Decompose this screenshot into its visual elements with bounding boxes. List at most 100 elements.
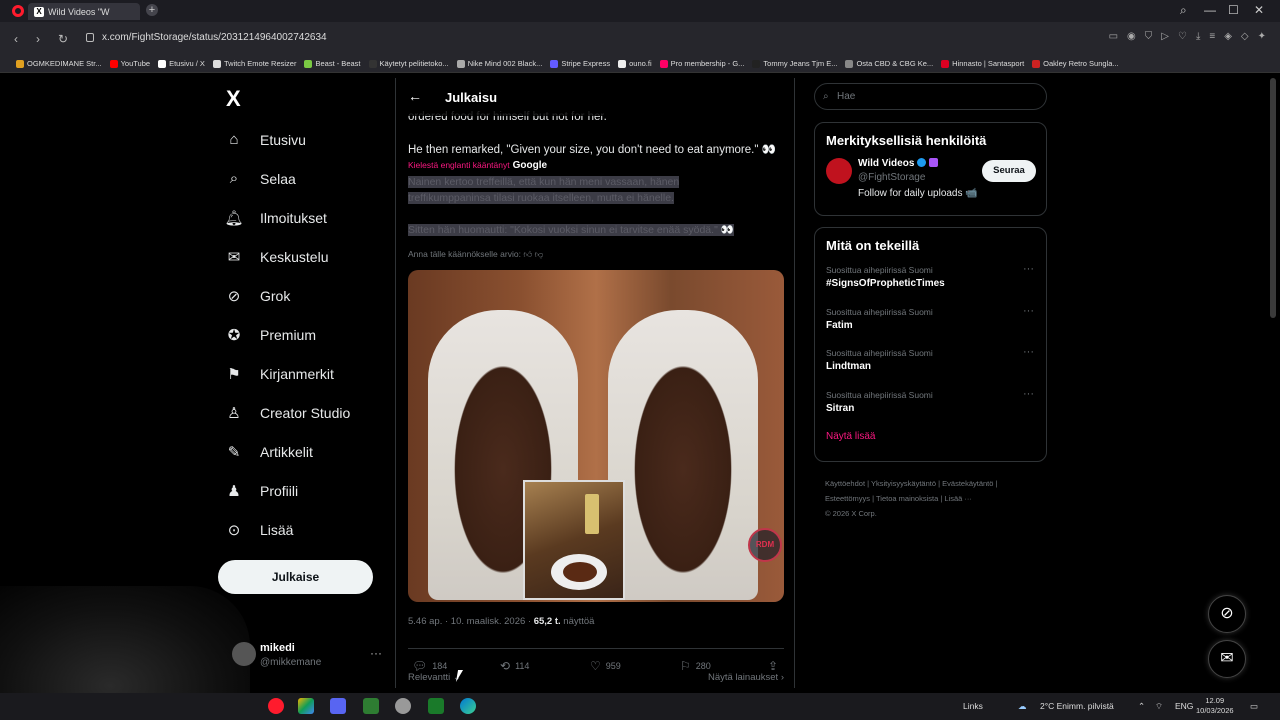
weather-text[interactable]: 2°C Enimm. pilvistä bbox=[1040, 701, 1114, 711]
cube-icon[interactable]: ◈ bbox=[1224, 31, 1232, 42]
more-dots-icon[interactable]: ··· bbox=[370, 646, 382, 660]
browser-tab-bar bbox=[0, 0, 1280, 22]
links-toolbar[interactable]: Links bbox=[963, 701, 983, 711]
bookmark-item[interactable]: Stripe Express bbox=[550, 59, 610, 68]
trend-item[interactable]: Suosittua aihepiirissä Suomi Fatim ··· bbox=[815, 303, 1046, 345]
pin-icon[interactable]: ◇ bbox=[1241, 31, 1249, 42]
sidebar-item-articles[interactable]: ✎ Artikkelit bbox=[224, 432, 350, 471]
sidebar-item-profile[interactable]: ♟ Profiili bbox=[224, 471, 350, 510]
more-dots-icon[interactable]: ··· bbox=[1023, 263, 1034, 275]
suggested-handle: @FightStorage bbox=[858, 172, 926, 183]
notification-icon[interactable]: ▭ bbox=[1250, 701, 1258, 712]
weather-icon[interactable]: ☁ bbox=[1018, 701, 1027, 712]
post-button[interactable]: Julkaise bbox=[218, 560, 373, 594]
heart-icon: ♡ bbox=[590, 659, 601, 673]
tray-chevron-icon[interactable]: ⌃ bbox=[1138, 701, 1145, 712]
bookmark-item[interactable]: Hinnasto | Santasport bbox=[941, 59, 1024, 68]
edge-icon[interactable] bbox=[460, 698, 476, 714]
grok-fab-icon[interactable]: ⊘ bbox=[1208, 595, 1246, 633]
bookmark-item[interactable]: Tommy Jeans Tjm E... bbox=[752, 59, 837, 68]
thumbs-down-icon[interactable]: 👎︎ bbox=[535, 249, 544, 259]
bookmark-item[interactable]: Nike Mind 002 Black... bbox=[456, 59, 542, 68]
bookmark-item[interactable]: Käytetyt pelitietoko... bbox=[368, 59, 449, 68]
repost-button[interactable]: ⟲ 114 bbox=[500, 659, 529, 673]
sidebar-item-grok[interactable]: ⊘ Grok bbox=[224, 276, 350, 315]
sidebar-item-explore[interactable]: ⌕ Selaa bbox=[224, 159, 350, 198]
sidebar-item-messages[interactable]: ✉ Keskustelu bbox=[224, 237, 350, 276]
trend-item[interactable]: Suosittua aihepiirissä Suomi Lindtman ··… bbox=[815, 344, 1046, 386]
close-window-icon[interactable]: ✕ bbox=[1254, 3, 1264, 17]
back-arrow-icon[interactable]: ← bbox=[408, 88, 422, 104]
reply-button[interactable]: 💬︎ 184 bbox=[412, 659, 447, 673]
watermark-logo: RDM bbox=[748, 528, 782, 562]
app-taskbar-icon[interactable] bbox=[298, 698, 314, 714]
bookmark-item[interactable]: Osta CBD & CBG Ke... bbox=[845, 59, 933, 68]
language-indicator[interactable]: ENG bbox=[1175, 701, 1193, 711]
show-more-link[interactable]: Näytä lisää bbox=[815, 427, 1046, 452]
clock[interactable]: 12.09 10/03/2026 bbox=[1196, 696, 1234, 716]
extension-icon[interactable]: ▭ bbox=[1109, 31, 1118, 42]
sidebar-item-more[interactable]: ⊙ Lisää bbox=[224, 510, 350, 549]
sidebar-item-creator-studio[interactable]: ♙ Creator Studio bbox=[224, 393, 350, 432]
sidebar-item-notifications[interactable]: 🔔︎ Ilmoitukset bbox=[224, 198, 350, 237]
thumbs-up-icon[interactable]: 👍︎ bbox=[523, 249, 532, 259]
bookmark-item[interactable]: Etusivu / X bbox=[158, 59, 205, 68]
trend-item[interactable]: Suosittua aihepiirissä Suomi Sitran ··· bbox=[815, 386, 1046, 428]
discord-icon[interactable] bbox=[330, 698, 346, 714]
ai-icon[interactable]: ✦ bbox=[1258, 31, 1266, 42]
suggested-account[interactable]: Wild Videos @FightStorage Follow for dai… bbox=[815, 148, 1046, 210]
bookmark-item[interactable]: OGMKEDIMANE Str... bbox=[16, 59, 102, 68]
footer-links-row[interactable]: Käyttöehdot | Yksityisyyskäytäntö | Eväs… bbox=[825, 476, 1035, 491]
more-dots-icon[interactable]: ··· bbox=[1023, 346, 1034, 358]
scrollbar[interactable] bbox=[1270, 78, 1276, 318]
bookmark-item[interactable]: Beast - Beast bbox=[304, 59, 361, 68]
minimize-icon[interactable]: — bbox=[1204, 3, 1216, 17]
download-icon[interactable]: ⤓ bbox=[1196, 31, 1200, 42]
shield-icon[interactable]: ⛉ bbox=[1145, 31, 1153, 42]
forward-nav-icon[interactable]: › bbox=[36, 32, 40, 46]
browser-tab[interactable]: X Wild Videos "W bbox=[28, 3, 140, 20]
trend-item[interactable]: Suosittua aihepiirissä Suomi #SignsOfPro… bbox=[815, 261, 1046, 303]
show-quotes-link[interactable]: Näytä lainaukset › bbox=[708, 672, 784, 683]
more-dots-icon[interactable]: ··· bbox=[1023, 305, 1034, 317]
sidebar-item-premium[interactable]: ✪ Premium bbox=[224, 315, 350, 354]
url-field[interactable]: x.com/FightStorage/status/20312149640027… bbox=[82, 28, 1232, 48]
new-tab-icon[interactable]: + bbox=[146, 4, 158, 16]
menu-icon[interactable]: ≡ bbox=[1209, 31, 1215, 42]
bookmark-item[interactable]: YouTube bbox=[109, 59, 150, 68]
bookmark-item[interactable]: ouno.fi bbox=[618, 59, 652, 68]
bookmark-item[interactable]: Oakley Retro Sungla... bbox=[1032, 59, 1119, 68]
back-nav-icon[interactable]: ‹ bbox=[14, 32, 18, 46]
x-logo[interactable]: X bbox=[226, 86, 241, 112]
post-actions: 💬︎ 184 ⟲ 114 ♡ 959 ⚐ 280 ⇪ bbox=[408, 648, 784, 673]
app-taskbar-icon[interactable] bbox=[395, 698, 411, 714]
app-taskbar-icon[interactable] bbox=[363, 698, 379, 714]
play-icon[interactable]: ▷ bbox=[1161, 31, 1169, 42]
search-tabs-icon[interactable]: ⌕ bbox=[1180, 3, 1187, 18]
like-button[interactable]: ♡ 959 bbox=[590, 659, 621, 673]
bookmark-item[interactable]: Twitch Emote Resizer bbox=[212, 59, 296, 68]
sort-dropdown[interactable]: Relevantti ⌄ bbox=[408, 672, 461, 683]
heart-icon[interactable]: ♡ bbox=[1178, 31, 1187, 42]
more-dots-icon[interactable]: ··· bbox=[1023, 388, 1034, 400]
share-button[interactable]: ⇪ bbox=[768, 659, 778, 673]
messages-fab-icon[interactable]: ✉ bbox=[1208, 640, 1246, 678]
play-store-icon[interactable] bbox=[428, 698, 444, 714]
search-input[interactable]: ⌕ Hae bbox=[814, 83, 1047, 110]
maximize-icon[interactable]: ☐ bbox=[1228, 3, 1239, 17]
network-icon[interactable]: ⌔ bbox=[1155, 701, 1163, 712]
camera-icon[interactable]: ◉ bbox=[1127, 31, 1136, 42]
footer-links-row[interactable]: Esteettömyys | Tietoa mainoksista | Lisä… bbox=[825, 491, 1035, 506]
follow-button[interactable]: Seuraa bbox=[982, 160, 1036, 182]
sidebar-item-home[interactable]: ⌂ Etusivu bbox=[224, 120, 350, 159]
url-text: x.com/FightStorage/status/20312149640027… bbox=[102, 32, 327, 43]
reload-icon[interactable]: ↻ bbox=[58, 32, 68, 46]
bookmark-item[interactable]: Pro membership - G... bbox=[659, 59, 744, 68]
opera-taskbar-icon[interactable] bbox=[268, 698, 284, 714]
bookmark-button[interactable]: ⚐ 280 bbox=[680, 659, 711, 673]
sidebar-item-bookmarks[interactable]: ⚑ Kirjanmerkit bbox=[224, 354, 350, 393]
account-switcher[interactable]: mikedi @mikkemane ··· bbox=[232, 638, 382, 672]
post-header: ← Julkaisu bbox=[396, 78, 794, 116]
opera-logo-icon[interactable] bbox=[12, 5, 24, 17]
post-video[interactable]: RDM bbox=[408, 270, 784, 602]
